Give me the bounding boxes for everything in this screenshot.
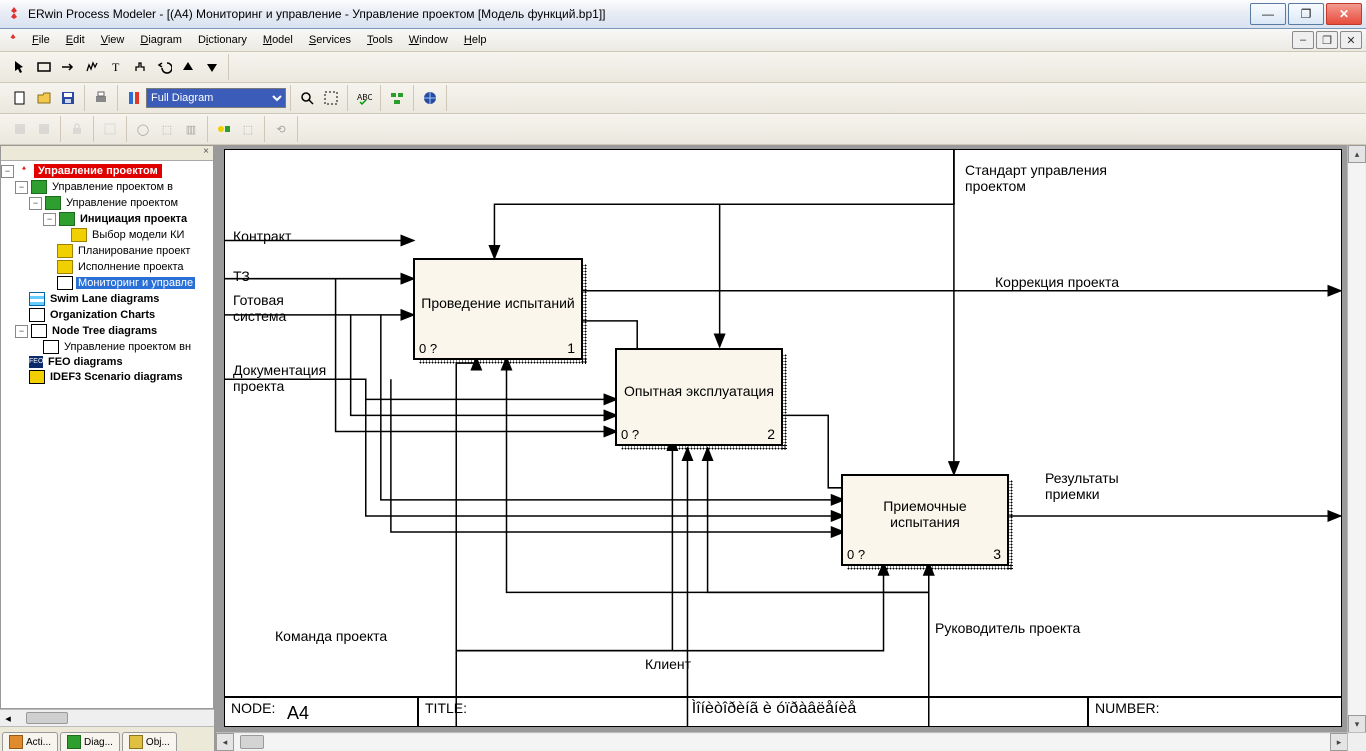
disabled-tool-3	[99, 118, 121, 140]
zoom-in-button[interactable]	[296, 87, 318, 109]
explorer-tabs: Acti... Diag... Obj...	[0, 726, 214, 751]
tab-objects[interactable]: Obj...	[122, 732, 177, 751]
disabled-tool-8: ⟲	[270, 118, 292, 140]
window-title: ERwin Process Modeler - [(A4) Мониторинг…	[28, 7, 1248, 21]
disabled-tool-2	[33, 118, 55, 140]
tree-scrollbar[interactable]: ◂	[0, 709, 214, 726]
zoom-fit-button[interactable]	[320, 87, 342, 109]
disabled-tool-5: ⬚	[156, 118, 178, 140]
browser-button[interactable]	[419, 87, 441, 109]
mdi-minimize-button[interactable]: –	[1292, 31, 1314, 49]
disabled-tool-7: ⬚	[237, 118, 259, 140]
output-label: Результаты приемки	[1045, 470, 1145, 502]
tree-item[interactable]: −Управление проектом	[1, 195, 213, 211]
window-titlebar: ERwin Process Modeler - [(A4) Мониторинг…	[0, 0, 1366, 29]
menu-model[interactable]: Model	[255, 32, 301, 48]
mdi-restore-button[interactable]: ❐	[1316, 31, 1338, 49]
close-button[interactable]: ✕	[1326, 3, 1362, 25]
spellcheck-button[interactable]: ABC	[353, 87, 375, 109]
scroll-up-icon[interactable]: ▴	[1348, 145, 1366, 163]
app-icon	[6, 6, 22, 22]
svg-text:T: T	[112, 60, 120, 74]
input-label: ТЗ	[233, 268, 250, 284]
tree-item[interactable]: Управление проектом вн	[1, 339, 213, 355]
mechanism-label: Команда проекта	[275, 628, 387, 644]
zoom-select[interactable]: Full Diagram	[146, 88, 286, 108]
tree-item[interactable]: Organization Charts	[1, 307, 213, 323]
down-tool[interactable]	[201, 56, 223, 78]
tree-item[interactable]: Swim Lane diagrams	[1, 291, 213, 307]
tree-item[interactable]: FEOFEO diagrams	[1, 355, 213, 369]
tree-item-selected[interactable]: Мониторинг и управле	[1, 275, 213, 291]
report-button[interactable]	[123, 87, 145, 109]
disabled-tool-6: ▥	[180, 118, 202, 140]
diagram-canvas-area: Стандарт управления проектом Контракт ТЗ…	[216, 145, 1366, 751]
activity-box-1[interactable]: Проведение испытаний 0 ? 1	[413, 258, 583, 360]
menu-file[interactable]: File	[24, 32, 58, 48]
input-label: Контракт	[233, 228, 291, 244]
menu-help[interactable]: Help	[456, 32, 495, 48]
menu-window[interactable]: Window	[401, 32, 456, 48]
open-button[interactable]	[33, 87, 55, 109]
undo-tool[interactable]	[153, 56, 175, 78]
new-button[interactable]	[9, 87, 31, 109]
tree-item[interactable]: Планирование проект	[1, 243, 213, 259]
parent-tool[interactable]	[129, 56, 151, 78]
tab-diagrams[interactable]: Diag...	[60, 732, 120, 751]
tree-item[interactable]: IDEF3 Scenario diagrams	[1, 369, 213, 385]
tree-item[interactable]: Выбор модели КИ	[1, 227, 213, 243]
menu-bar: File Edit View Diagram Dictionary Model …	[0, 29, 1366, 52]
save-button[interactable]	[57, 87, 79, 109]
mechanism-label: Клиент	[645, 656, 691, 672]
up-tool[interactable]	[177, 56, 199, 78]
menu-edit[interactable]: Edit	[58, 32, 93, 48]
menu-diagram[interactable]: Diagram	[132, 32, 190, 48]
menu-dictionary[interactable]: Dictionary	[190, 32, 255, 48]
input-label: Документация проекта	[233, 362, 343, 394]
disabled-tool-1	[9, 118, 31, 140]
tree-item[interactable]: Исполнение проекта	[1, 259, 213, 275]
model-explorer-button[interactable]	[386, 87, 408, 109]
menu-view[interactable]: View	[93, 32, 133, 48]
activity-box-3[interactable]: Приемочные испытания 0 ? 3	[841, 474, 1009, 566]
diagram-page[interactable]: Стандарт управления проектом Контракт ТЗ…	[224, 149, 1342, 727]
vertical-scrollbar[interactable]: ▴ ▾	[1347, 145, 1366, 733]
app-small-icon	[6, 33, 20, 47]
toolbar-extra: ◯ ⬚ ▥ ⬚ ⟲	[0, 114, 1366, 145]
output-label: Коррекция проекта	[995, 274, 1119, 290]
scroll-down-icon[interactable]: ▾	[1348, 715, 1366, 733]
control-label: Стандарт управления проектом	[965, 162, 1145, 194]
horizontal-scrollbar[interactable]: ◂ ▸	[216, 732, 1348, 751]
model-explorer: × −Управление проектом −Управление проек…	[0, 145, 216, 751]
mechanism-label: Руководитель проекта	[935, 620, 1080, 636]
tree-root[interactable]: −Управление проектом	[1, 163, 213, 179]
activity-tool[interactable]	[33, 56, 55, 78]
tree-item[interactable]: −Инициация проекта	[1, 211, 213, 227]
toolbar-drawing: T	[0, 52, 1366, 83]
input-label: Готовая система	[233, 292, 313, 324]
print-button[interactable]	[90, 87, 112, 109]
maximize-button[interactable]: ❐	[1288, 3, 1324, 25]
panel-close-icon[interactable]: ×	[1, 146, 213, 161]
diagram-footer: NODE: A4 TITLE:Ìîíèòîðèíã è óïðàâëåíèå N…	[225, 696, 1341, 726]
toolbar-standard: Full Diagram ABC	[0, 83, 1366, 114]
text-tool[interactable]: T	[105, 56, 127, 78]
tree-item[interactable]: −Node Tree diagrams	[1, 323, 213, 339]
scroll-corner	[1347, 732, 1366, 751]
tab-activities[interactable]: Acti...	[2, 732, 58, 751]
minimize-button[interactable]: —	[1250, 3, 1286, 25]
menu-services[interactable]: Services	[301, 32, 359, 48]
active-tool-1[interactable]	[213, 118, 235, 140]
mdi-close-button[interactable]: ✕	[1340, 31, 1362, 49]
disabled-tool-4: ◯	[132, 118, 154, 140]
tree-item[interactable]: −Управление проектом в	[1, 179, 213, 195]
arrow-tool[interactable]	[57, 56, 79, 78]
lock-icon	[66, 118, 88, 140]
squiggle-tool[interactable]	[81, 56, 103, 78]
pointer-tool[interactable]	[9, 56, 31, 78]
activity-box-2[interactable]: Опытная эксплуатация 0 ? 2	[615, 348, 783, 446]
menu-tools[interactable]: Tools	[359, 32, 401, 48]
